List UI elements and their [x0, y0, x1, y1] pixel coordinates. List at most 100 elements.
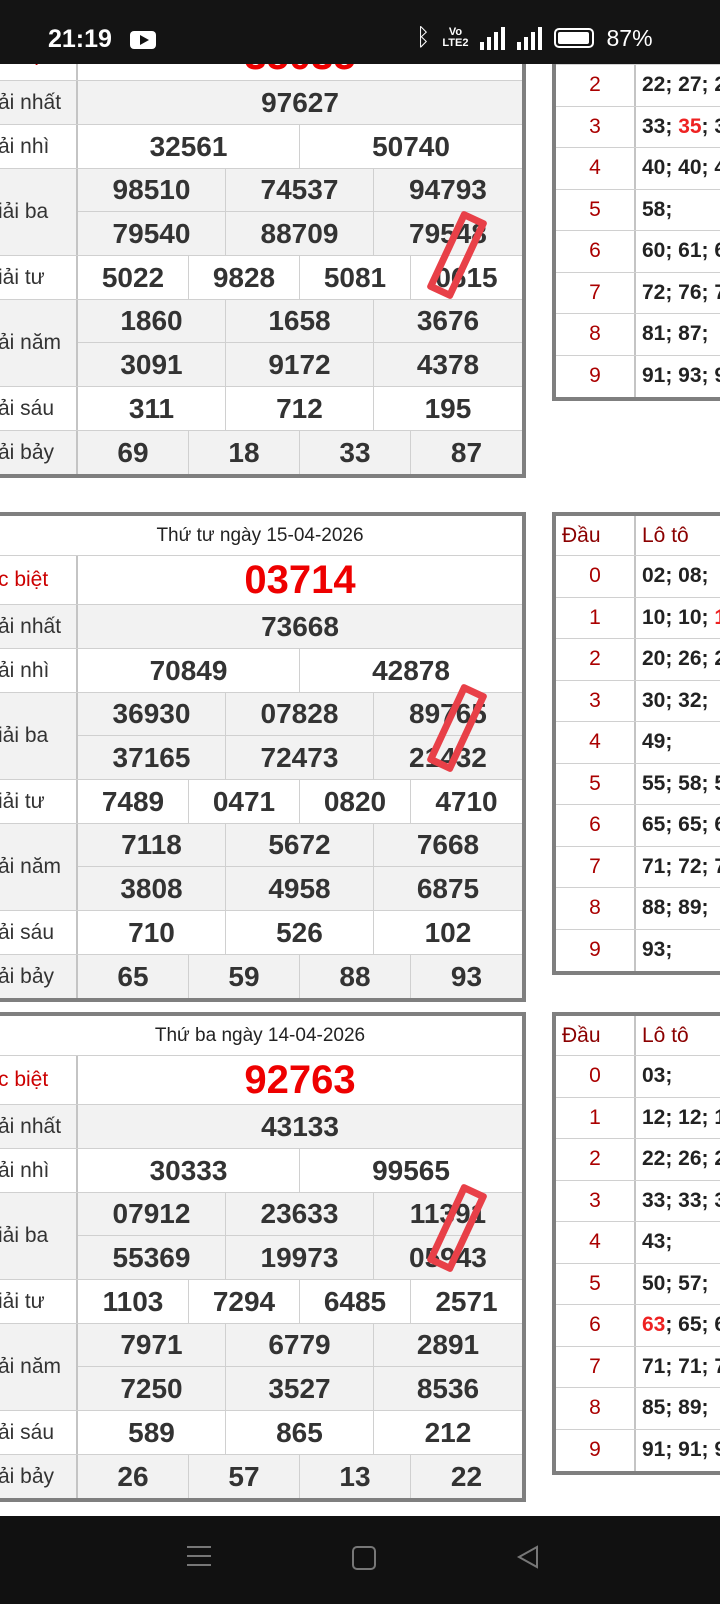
loto-values: 81; 87; [642, 322, 709, 346]
prize-label: ải nhì [0, 649, 78, 692]
results-scroll-area[interactable]: c biệt35035ải nhất97627ải nhì3256150740i… [0, 64, 720, 1516]
prize-label: ải bảy [0, 955, 78, 998]
prize-number: 87 [450, 436, 483, 468]
loto-values: 91; 91; 9 [642, 1438, 720, 1462]
loto-head-digit: 1 [556, 597, 636, 638]
back-button[interactable] [515, 1544, 541, 1570]
loto-row: 8 85; 89; [556, 1388, 720, 1430]
prize-number: 212 [424, 1416, 472, 1448]
prize-number: 13 [300, 1455, 411, 1498]
loto-row: 6 65; 65; 6 [556, 805, 720, 847]
prize-label: iải tư [0, 256, 78, 299]
prize-number: 7668 [373, 824, 522, 867]
loto-row: 333; 35; 3 [556, 106, 720, 148]
prize-label: ải nhất [0, 605, 78, 648]
loto-values: 22; 27; 2 [642, 73, 720, 97]
prize-row-g5: ải năm 7971 6779 2891 7250 3527 8536 [0, 1324, 522, 1411]
prize-row-g1: ải nhất 73668 [0, 605, 522, 649]
signal-4g-icon [480, 26, 506, 50]
result-date: Thứ tư ngày 15-04-2026 [0, 516, 522, 556]
loto-values: 03; [642, 1064, 673, 1088]
loto-values: 71; 72; 7 [642, 854, 720, 878]
result-date: Thứ ba ngày 14-04-2026 [0, 1016, 522, 1056]
prize-number: 30333 [78, 1149, 300, 1192]
loto-head-digit: 6 [556, 1305, 636, 1346]
loto-values: 63; 65; 6 [642, 1313, 720, 1337]
loto-head-digit: 4 [556, 1222, 636, 1263]
loto-head-digit: 7 [556, 846, 636, 887]
loto-values: 49; [642, 730, 673, 754]
prize-label: iải tư [0, 780, 78, 823]
loto-row: 0 02; 08; [556, 556, 720, 598]
loto-row: 5 58; [556, 189, 720, 231]
prize-number: 589 [78, 1411, 226, 1454]
loto-values: 22; 26; 2 [642, 1147, 720, 1171]
prize-number: 865 [226, 1411, 374, 1454]
battery-icon [554, 28, 595, 48]
loto-head-digit: 9 [556, 355, 636, 397]
loto-head-digit: 5 [556, 189, 636, 230]
loto-head-digit: 2 [556, 65, 636, 106]
loto-head-digit: 8 [556, 888, 636, 929]
prize-number: 3527 [226, 1367, 374, 1410]
prize-number: 6485 [300, 1280, 411, 1323]
prize-number: 98510 [78, 169, 226, 212]
prize-number: 73668 [261, 610, 339, 642]
prize-row-g4: iải tư 1103 7294 6485 2571 [0, 1280, 522, 1324]
loto-values: 65; 65; 6 [642, 813, 720, 837]
prize-number: 6875 [416, 872, 480, 904]
prize-number: 59 [189, 955, 300, 998]
loto-head-digit: 5 [556, 1263, 636, 1304]
loto-row: 2 22; 27; 2 [556, 65, 720, 107]
prize-number: 710 [78, 911, 226, 954]
prize-label: iải ba [0, 169, 78, 255]
prize-row-g7: ải bảy 69 18 33 87 [0, 431, 522, 474]
prize-number: 18 [189, 431, 300, 474]
battery-percent: 87% [606, 24, 653, 51]
prize-label: ải bảy [0, 431, 78, 474]
loto-values: 40; 40; 4 [642, 156, 720, 180]
loto-row: 1 12; 12; 1 [556, 1097, 720, 1139]
loto-row: 5 55; 58; 5 [556, 763, 720, 805]
loto-head-digit: 3 [556, 106, 636, 147]
loto-values: 72; 76; 7 [642, 280, 720, 304]
prize-number: 37165 [78, 736, 226, 779]
prize-number: 2891 [373, 1324, 522, 1367]
loto-values: 33; 35; 3 [642, 114, 720, 138]
prize-number: 36930 [78, 693, 226, 736]
navigation-bar [0, 1516, 720, 1604]
prize-number: 5672 [225, 824, 374, 867]
loto-head-digit: 4 [556, 148, 636, 189]
prize-number: 3676 [373, 300, 522, 343]
prize-number: 7971 [78, 1324, 226, 1367]
prize-row-g2: ải nhì 70849 42878 [0, 649, 522, 693]
loto-row: 2 20; 26; 2 [556, 639, 720, 681]
prize-number: 5022 [78, 256, 189, 299]
loto-header-label: Lô tô [642, 1023, 689, 1047]
prize-row-g6: ải sáu 589 865 212 [0, 1411, 522, 1455]
loto-row: 0 03; [556, 1056, 720, 1098]
home-button[interactable] [352, 1546, 376, 1570]
prize-number: 79540 [78, 212, 226, 255]
prize-number: 9828 [189, 256, 300, 299]
prize-number: 43133 [261, 1110, 339, 1142]
prize-number: 526 [226, 911, 374, 954]
recents-button[interactable] [187, 1546, 211, 1566]
prize-number: 57 [189, 1455, 300, 1498]
loto-row: 7 71; 71; 7 [556, 1346, 720, 1388]
loto-head-digit: 9 [556, 1429, 636, 1471]
prize-row-g5: ải năm 7118 5672 7668 3808 4958 6875 [0, 824, 522, 911]
loto-values: 43; [642, 1230, 673, 1254]
prize-number: 93 [450, 960, 483, 992]
loto-values: 91; 93; 9 [642, 364, 720, 388]
prize-number: 102 [424, 916, 472, 948]
loto-values: 50; 57; [642, 1271, 709, 1295]
loto-values: 02; 08; [642, 564, 709, 588]
prize-label: ải năm [0, 300, 78, 386]
prize-label: ải sáu [0, 387, 78, 430]
prize-label: ải nhì [0, 1149, 78, 1192]
loto-values: 58; [642, 197, 673, 221]
loto-head-digit: 3 [556, 1180, 636, 1221]
prize-number: 70849 [78, 649, 300, 692]
prize-number: 03714 [244, 557, 356, 602]
